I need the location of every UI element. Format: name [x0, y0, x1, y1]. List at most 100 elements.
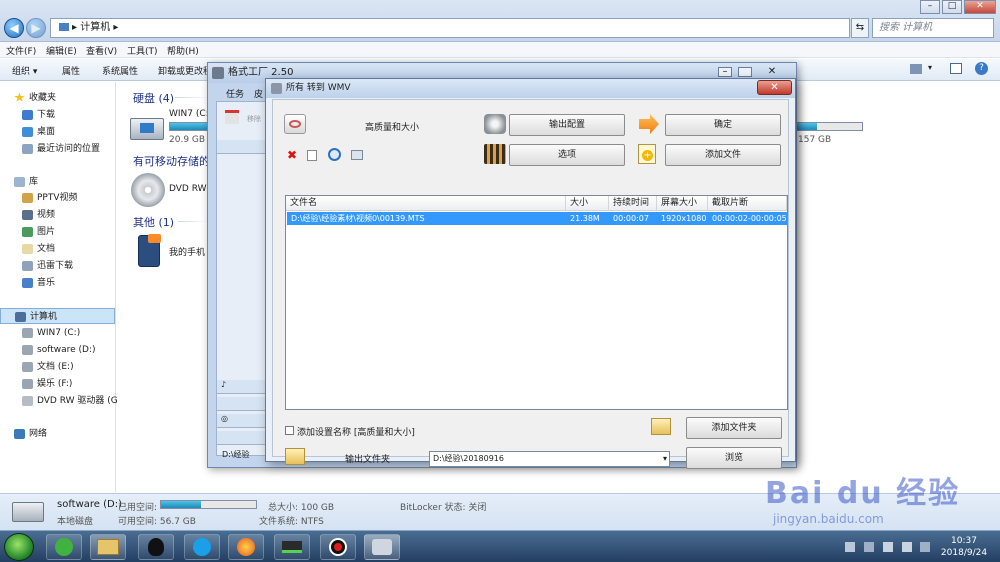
taskbar-app-recorder[interactable] [320, 534, 356, 560]
menu-tools[interactable]: 工具(T) [127, 44, 158, 57]
taskbar-app-formatfactory[interactable] [364, 534, 400, 560]
output-config-button[interactable]: 输出配置 [509, 114, 625, 136]
help-icon[interactable]: ? [975, 62, 988, 75]
sidebar-item-documents[interactable]: 文档 [22, 241, 55, 257]
remove-icon[interactable] [225, 110, 239, 124]
address-input[interactable]: ▸ 计算机 ▸ [50, 18, 850, 38]
close-button[interactable]: ✕ [964, 0, 996, 14]
clear-list-icon[interactable] [307, 150, 317, 161]
ff-maximize-button[interactable] [738, 67, 752, 77]
play-icon[interactable] [328, 148, 341, 161]
menu-view[interactable]: 查看(V) [86, 44, 117, 57]
organize-button[interactable]: 组织 ▾ [12, 64, 37, 77]
breadcrumb[interactable]: ▸ 计算机 ▸ [72, 22, 118, 33]
sidebar-item-thunder[interactable]: 迅雷下载 [22, 258, 73, 274]
ff-minimize-button[interactable]: – [718, 67, 732, 77]
sidebar-item-pptv[interactable]: PPTV视频 [22, 190, 78, 206]
column-size[interactable]: 大小 [566, 196, 609, 211]
back-button[interactable]: ◀ [4, 18, 24, 38]
group-removable[interactable]: 有可移动存储的 [133, 153, 210, 169]
cell-resolution: 1920x1080 [661, 214, 707, 223]
sidebar-item-drive-g[interactable]: DVD RW 驱动器 (G [22, 393, 118, 409]
menu-file[interactable]: 文件(F) [6, 44, 36, 57]
minimize-button[interactable]: – [920, 0, 940, 14]
volume-icon[interactable] [902, 542, 912, 552]
sidebar-item-computer[interactable]: 计算机 [0, 308, 115, 324]
sidebar-item-videos[interactable]: 视频 [22, 207, 55, 223]
cell-filename: D:\经验\经验素材\视频0\00139.MTS [291, 214, 425, 223]
taskbar-app-firefox[interactable] [228, 534, 264, 560]
media-info-icon[interactable] [351, 150, 363, 160]
ff-tab-skin[interactable]: 皮 [254, 87, 263, 100]
tray-icon[interactable] [845, 542, 855, 552]
taskbar-app-player[interactable] [274, 534, 310, 560]
refresh-button[interactable]: ⇆ [851, 18, 869, 38]
menu-edit[interactable]: 编辑(E) [46, 44, 77, 57]
output-folder-select[interactable]: D:\经验\20180916 ▾ [429, 451, 670, 467]
tray-icon[interactable] [864, 542, 874, 552]
sidebar-item-drive-e[interactable]: 文档 (E:) [22, 359, 74, 375]
ff-category-tools[interactable] [217, 431, 271, 445]
ok-button[interactable]: 确定 [665, 114, 781, 136]
browse-button[interactable]: 浏览 [686, 447, 782, 469]
taskbar-app-qq[interactable] [138, 534, 174, 560]
add-setting-label[interactable]: 添加设置名称 [高质量和大小] [297, 425, 415, 438]
sidebar-item-music[interactable]: 音乐 [22, 275, 55, 291]
sidebar-item-downloads[interactable]: 下载 [22, 107, 55, 123]
column-resolution[interactable]: 屏幕大小 [657, 196, 708, 211]
ff-category-rom[interactable]: ◎ [217, 414, 271, 428]
column-clip[interactable]: 截取片断 [708, 196, 787, 211]
ff-category-picture[interactable] [217, 397, 271, 411]
sidebar-item-drive-c[interactable]: WIN7 (C:) [22, 325, 80, 341]
preview-pane-icon[interactable] [950, 63, 962, 74]
drive-c-label[interactable]: WIN7 (C: [169, 109, 209, 119]
sidebar-item-drive-d[interactable]: software (D:) [22, 342, 96, 358]
system-properties-button[interactable]: 系统属性 [102, 64, 138, 77]
properties-button[interactable]: 属性 [62, 64, 80, 77]
favorites-header[interactable]: 收藏夹 [14, 90, 56, 106]
clock[interactable]: 10:37 2018/9/24 [935, 535, 993, 559]
remove-icon[interactable]: ✖ [287, 148, 297, 162]
ff-category-video[interactable] [217, 140, 271, 154]
add-setting-checkbox[interactable] [285, 426, 294, 435]
ff-tab-tasks[interactable]: 任务 [226, 87, 244, 100]
taskbar-app-360[interactable] [46, 534, 82, 560]
sidebar-item-desktop[interactable]: 桌面 [22, 124, 55, 140]
dvd-label[interactable]: DVD RW [169, 184, 207, 194]
dialog-close-button[interactable]: ✕ [757, 80, 792, 95]
options-button[interactable]: 选项 [509, 144, 625, 166]
tray-icon[interactable] [920, 542, 930, 552]
add-folder-button[interactable]: 添加文件夹 [686, 417, 782, 439]
libraries-header[interactable]: 库 [14, 174, 38, 190]
maximize-button[interactable]: □ [942, 0, 962, 14]
group-other[interactable]: 其他 (1) [133, 214, 174, 230]
group-hard-disks[interactable]: 硬盘 (4) [133, 90, 174, 106]
network-tray-icon[interactable] [883, 542, 893, 552]
ff-category-audio[interactable]: ♪ [217, 380, 271, 394]
file-list[interactable]: 文件名 大小 持续时间 屏幕大小 截取片断 D:\经验\经验素材\视频0\001… [285, 195, 788, 410]
sidebar-item-drive-f[interactable]: 娱乐 (F:) [22, 376, 72, 392]
menu-help[interactable]: 帮助(H) [167, 44, 199, 57]
start-button[interactable] [4, 533, 34, 561]
watermark-url: jingyan.baidu.com [773, 512, 884, 526]
column-duration[interactable]: 持续时间 [609, 196, 657, 211]
sidebar-item-network[interactable]: 网络 [14, 426, 47, 442]
add-file-button[interactable]: 添加文件 [665, 144, 781, 166]
dvd-icon[interactable] [131, 173, 165, 207]
view-dropdown-icon[interactable]: ▾ [928, 63, 932, 72]
column-filename[interactable]: 文件名 [286, 196, 566, 211]
forward-button[interactable]: ▶ [26, 18, 46, 38]
ff-close-button[interactable]: ✕ [760, 65, 784, 78]
taskbar-app-explorer[interactable] [90, 534, 126, 560]
ff-output-path[interactable]: D:\经验 [222, 449, 250, 460]
uninstall-button[interactable]: 卸载或更改程 [158, 64, 212, 77]
sidebar-item-recent[interactable]: 最近访问的位置 [22, 141, 100, 157]
view-options-icon[interactable] [910, 64, 922, 74]
table-row[interactable]: D:\经验\经验素材\视频0\00139.MTS 21.38M 00:00:07… [287, 212, 787, 225]
document-library-icon [22, 243, 33, 254]
sidebar-item-pictures[interactable]: 图片 [22, 224, 55, 240]
search-input[interactable]: 搜索 计算机 [872, 18, 994, 38]
taskbar-app-media[interactable] [184, 534, 220, 560]
ff-remove-label[interactable]: 移除 [247, 114, 261, 124]
phone-label[interactable]: 我的手机 [169, 245, 205, 258]
